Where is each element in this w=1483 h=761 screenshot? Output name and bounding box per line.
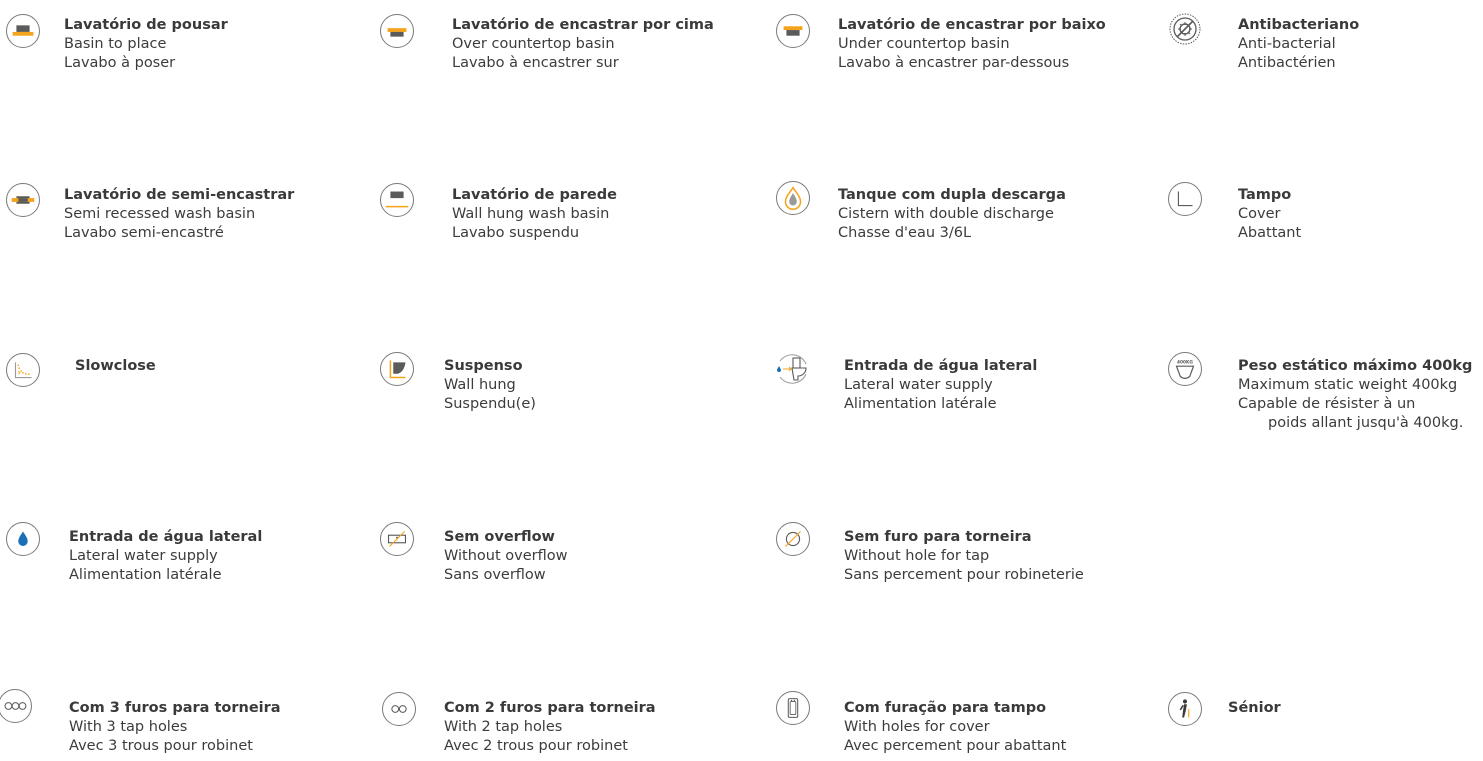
- item-title: Lavatório de semi-encastrar: [64, 187, 295, 203]
- item-english: Wall hung: [444, 377, 516, 393]
- item-french: Avec 3 trous pour robinet: [69, 738, 253, 754]
- item-title: Slowclose: [75, 358, 156, 374]
- item-english: Basin to place: [64, 36, 167, 52]
- slowclose-icon: [6, 353, 40, 387]
- item-french: Sans percement pour robineterie: [844, 567, 1084, 583]
- item-title: Com furação para tampo: [844, 700, 1047, 716]
- item-english: Semi recessed wash basin: [64, 206, 256, 222]
- item-french: Avec percement pour abattant: [844, 738, 1067, 754]
- item-english: Lateral water supply: [69, 548, 218, 564]
- item-english: Wall hung wash basin: [452, 206, 610, 222]
- item-title: Com 3 furos para torneira: [69, 700, 281, 716]
- under-countertop-basin-icon: [776, 14, 810, 48]
- item-french: Capable de résister à un: [1238, 396, 1416, 412]
- item-title: Lavatório de encastrar por cima: [452, 17, 714, 33]
- item-english: Anti-bacterial: [1238, 36, 1336, 52]
- item-french: Lavabo suspendu: [452, 225, 580, 241]
- item-title: Antibacteriano: [1238, 17, 1360, 33]
- semi-recessed-basin-icon: [6, 183, 40, 217]
- basin-to-place-icon: [6, 14, 40, 48]
- item-english: Over countertop basin: [452, 36, 615, 52]
- item-french-continued: poids allant jusqu'à 400kg.: [1268, 415, 1464, 431]
- item-title: Tanque com dupla descarga: [838, 187, 1066, 203]
- over-countertop-basin-icon: [380, 14, 414, 48]
- item-title: Com 2 furos para torneira: [444, 700, 656, 716]
- double-discharge-drop-icon: [776, 181, 810, 215]
- item-english: With 2 tap holes: [444, 719, 563, 735]
- item-english: Without hole for tap: [844, 548, 990, 564]
- item-title: Lavatório de pousar: [64, 17, 228, 33]
- item-french: Avec 2 trous pour robinet: [444, 738, 628, 754]
- item-title: Entrada de água lateral: [844, 358, 1038, 374]
- item-english: Cover: [1238, 206, 1281, 222]
- item-title: Sem furo para torneira: [844, 529, 1032, 545]
- item-french: Chasse d'eau 3/6L: [838, 225, 972, 241]
- item-title: Entrada de água lateral: [69, 529, 263, 545]
- item-title: Lavatório de encastrar por baixo: [838, 17, 1106, 33]
- item-french: Alimentation latérale: [844, 396, 997, 412]
- without-overflow-icon: [380, 522, 414, 556]
- wall-hung-basin-icon: [380, 183, 414, 217]
- item-english: Under countertop basin: [838, 36, 1010, 52]
- item-french: Antibactérien: [1238, 55, 1336, 71]
- item-french: Lavabo à poser: [64, 55, 176, 71]
- item-english: Maximum static weight 400kg: [1238, 377, 1458, 393]
- item-title: Sem overflow: [444, 529, 555, 545]
- item-english: With 3 tap holes: [69, 719, 188, 735]
- water-drop-icon: [6, 522, 40, 556]
- item-french: Alimentation latérale: [69, 567, 222, 583]
- senior-icon: [1168, 692, 1202, 726]
- item-english: Lateral water supply: [844, 377, 993, 393]
- icon-label-400kg: 400KG: [1177, 359, 1193, 365]
- two-tap-holes-icon: [382, 692, 416, 726]
- item-title: Tampo: [1238, 187, 1292, 203]
- no-tap-hole-icon: [776, 522, 810, 556]
- item-english: Without overflow: [444, 548, 568, 564]
- item-french: Lavabo semi-encastré: [64, 225, 224, 241]
- item-title: Peso estático máximo 400kg: [1238, 358, 1473, 374]
- cover-holes-icon: [776, 691, 810, 725]
- item-french: Suspendu(e): [444, 396, 536, 412]
- item-english: With holes for cover: [844, 719, 990, 735]
- three-tap-holes-icon: [0, 689, 32, 723]
- item-french: Lavabo à encastrer sur: [452, 55, 619, 71]
- cover-icon: [1168, 182, 1202, 216]
- item-title: Sénior: [1228, 700, 1281, 716]
- item-english: Cistern with double discharge: [838, 206, 1054, 222]
- item-title: Suspenso: [444, 358, 523, 374]
- item-french: Lavabo à encastrer par-dessous: [838, 55, 1070, 71]
- antibacterial-icon: [1168, 12, 1202, 46]
- static-weight-400kg-icon: 400KG: [1168, 352, 1202, 386]
- wall-hung-icon: [380, 352, 414, 386]
- lateral-water-supply-toilet-icon: [776, 352, 810, 386]
- item-title: Lavatório de parede: [452, 187, 617, 203]
- item-french: Abattant: [1238, 225, 1302, 241]
- item-french: Sans overflow: [444, 567, 546, 583]
